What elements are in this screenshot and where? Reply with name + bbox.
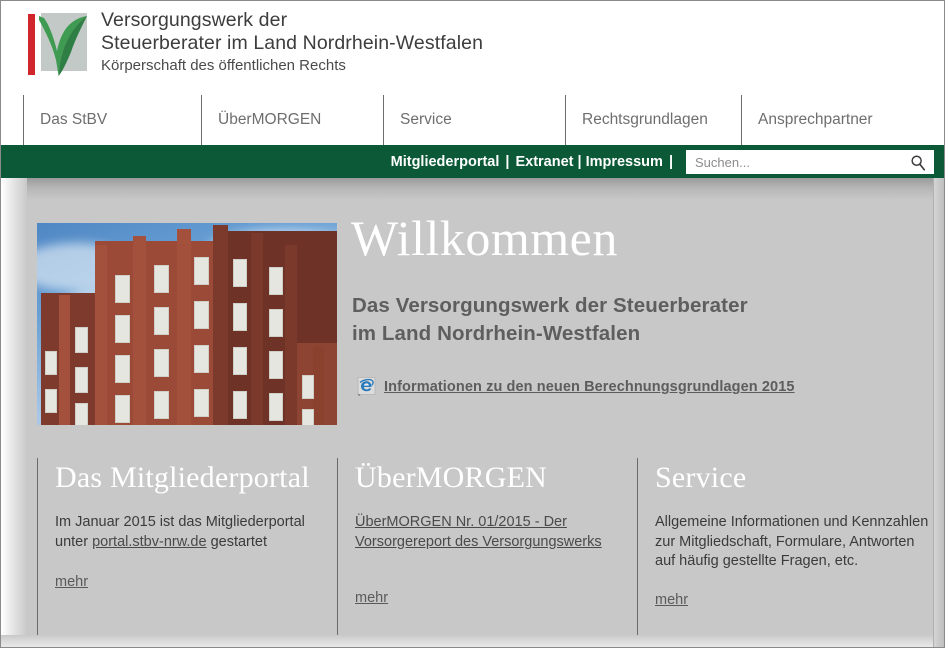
window <box>115 275 130 303</box>
window <box>115 355 130 383</box>
utility-link-impressum[interactable]: Impressum <box>586 154 663 170</box>
nav-item-label: Service <box>400 111 452 128</box>
window <box>115 395 130 423</box>
page-scrollbar[interactable] <box>933 178 944 647</box>
site-header: Versorgungswerk der Steuerberater im Lan… <box>1 1 944 95</box>
utility-separator: | <box>577 153 582 170</box>
internet-explorer-shortcut-icon <box>357 377 376 396</box>
window <box>154 391 169 419</box>
browser-page: Versorgungswerk der Steuerberater im Lan… <box>0 0 945 648</box>
window <box>45 389 57 413</box>
window <box>154 349 169 377</box>
building-pier <box>177 229 191 425</box>
window <box>269 309 283 337</box>
content-top-gradient <box>1 178 944 200</box>
teaser-inline-link[interactable]: ÜberMORGEN Nr. 01/2015 - Der Vorsorgerep… <box>355 514 602 550</box>
building-pier <box>285 245 297 425</box>
site-title-line-1: Versorgungswerk der <box>101 9 288 31</box>
window <box>194 389 209 417</box>
building-pier <box>251 233 263 425</box>
teaser-column-ubermorgen: ÜberMORGEN ÜberMORGEN Nr. 01/2015 - Der … <box>337 458 633 644</box>
teaser-title: Service <box>655 461 747 494</box>
teaser-body: Im Januar 2015 ist das Mitgliederportal … <box>55 513 333 552</box>
site-title: Versorgungswerk der Steuerberater im Lan… <box>101 9 483 76</box>
window <box>302 409 314 425</box>
nav-item-label: ÜberMORGEN <box>218 111 322 128</box>
window <box>269 393 283 421</box>
utility-separator-trailing: | <box>668 153 673 170</box>
main-navigation: Das StBV ÜberMORGEN Service Rechtsgrundl… <box>1 95 944 145</box>
teaser-column-service: Service Allgemeine Informationen und Ken… <box>637 458 933 644</box>
teaser-more-link[interactable]: mehr <box>355 590 388 606</box>
search-input[interactable] <box>693 154 902 171</box>
nav-item-service[interactable]: Service <box>383 95 565 145</box>
window <box>115 315 130 343</box>
window <box>75 403 88 425</box>
teaser-title: Das Mitgliederportal <box>55 461 310 494</box>
page-subtitle-line-2: im Land Nordrhein-Westfalen <box>352 322 641 345</box>
site-title-line-2: Steuerberater im Land Nordrhein-Westfale… <box>101 32 484 54</box>
window <box>194 257 209 285</box>
window <box>154 265 169 293</box>
window <box>154 307 169 335</box>
hero-link-row[interactable]: Informationen zu den neuen Berechnungsgr… <box>357 377 795 397</box>
nav-item-label: Rechtsgrundlagen <box>582 111 708 128</box>
window <box>75 367 88 393</box>
logo-green-check-icon <box>39 16 87 76</box>
utility-separator: | <box>505 153 510 170</box>
teaser-inline-link[interactable]: portal.stbv-nrw.de <box>92 534 206 550</box>
nav-item-label: Ansprechpartner <box>758 111 873 128</box>
teaser-title: ÜberMORGEN <box>355 461 547 494</box>
page-content: Willkommen Das Versorgungswerk der Steue… <box>1 178 944 647</box>
teaser-columns: Das Mitgliederportal Im Januar 2015 ist … <box>1 458 944 644</box>
nav-item-ubermorgen[interactable]: ÜberMORGEN <box>201 95 383 145</box>
hero-link-text[interactable]: Informationen zu den neuen Berechnungsgr… <box>384 379 795 395</box>
building-corner-pier <box>213 225 228 425</box>
teaser-body: ÜberMORGEN Nr. 01/2015 - Der Vorsorgerep… <box>355 513 633 552</box>
window <box>194 345 209 373</box>
teaser-more-link[interactable]: mehr <box>655 592 688 608</box>
nav-item-das-stbv[interactable]: Das StBV <box>23 95 201 145</box>
search-icon[interactable] <box>909 154 927 172</box>
window <box>75 327 88 353</box>
teaser-column-mitgliederportal: Das Mitgliederportal Im Januar 2015 ist … <box>37 458 333 644</box>
utility-link-extranet[interactable]: Extranet <box>515 154 573 170</box>
teaser-more-link[interactable]: mehr <box>55 574 88 590</box>
nav-item-label: Das StBV <box>40 111 108 128</box>
nav-item-ansprechpartner[interactable]: Ansprechpartner <box>741 95 921 145</box>
window <box>233 303 247 331</box>
nav-item-rechtsgrundlagen[interactable]: Rechtsgrundlagen <box>565 95 741 145</box>
building-pier <box>95 245 107 425</box>
page-title: Willkommen <box>351 210 618 266</box>
site-subtitle: Körperschaft des öffentlichen Rechts <box>101 57 346 74</box>
search-box[interactable] <box>686 150 934 174</box>
window <box>269 351 283 379</box>
hero-image <box>37 223 337 425</box>
window <box>233 391 247 419</box>
stbv-nrw-logo[interactable] <box>25 10 89 78</box>
teaser-body: Allgemeine Informationen und Kennzahlen … <box>655 514 929 569</box>
window <box>302 375 314 399</box>
content-bottom-gradient <box>1 635 944 647</box>
window <box>233 347 247 375</box>
building-pier <box>133 236 146 425</box>
utility-link-mitgliederportal[interactable]: Mitgliederportal <box>391 154 500 170</box>
page-subtitle: Das Versorgungswerk der Steuerberater im… <box>352 292 748 348</box>
utility-links: Mitgliederportal | Extranet | Impressum … <box>391 145 679 178</box>
window <box>194 301 209 329</box>
teaser-body-suffix: gestartet <box>206 533 267 550</box>
page-subtitle-line-1: Das Versorgungswerk der Steuerberater <box>352 294 748 317</box>
window <box>45 351 57 375</box>
building-pier <box>313 347 324 425</box>
window <box>233 259 247 287</box>
utility-bar: Mitgliederportal | Extranet | Impressum … <box>1 145 944 178</box>
window <box>269 267 283 295</box>
building-pier <box>59 295 70 425</box>
